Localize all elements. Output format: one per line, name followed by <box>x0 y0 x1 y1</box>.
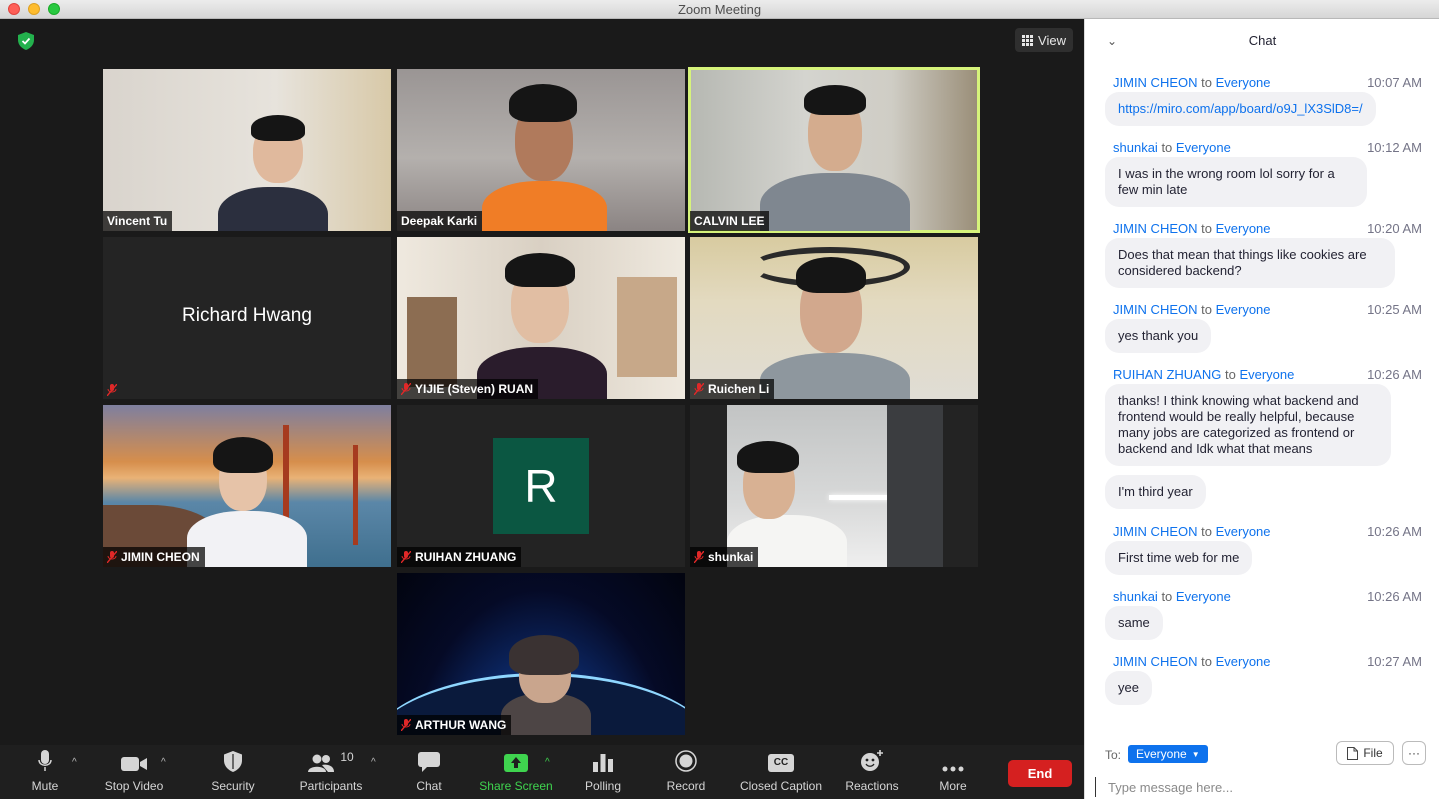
muted-mic-icon <box>401 719 411 731</box>
meeting-area: View Vincent Tu Deepak Karki CALVIN LEE … <box>0 19 1084 799</box>
muted-mic-icon <box>694 383 704 395</box>
smiley-plus-icon <box>861 750 883 771</box>
end-meeting-button[interactable]: End <box>1008 760 1072 787</box>
file-icon <box>1347 746 1359 760</box>
participant-display-name: Richard Hwang <box>182 305 312 326</box>
chat-panel: ⌄ Chat JIMIN CHEON to Everyone 10:07 AM … <box>1084 19 1439 799</box>
participant-name: ARTHUR WANG <box>397 715 512 735</box>
chat-button[interactable]: Chat <box>412 745 446 799</box>
participants-icon <box>308 754 335 772</box>
video-tile-shunkai[interactable]: shunkai <box>690 405 978 567</box>
chat-message-input[interactable] <box>1095 777 1415 797</box>
closed-caption-button[interactable]: CC Closed Caption <box>736 745 826 799</box>
chat-bubble-icon <box>418 752 440 772</box>
participant-name: CALVIN LEE <box>690 211 770 231</box>
participant-name: Vincent Tu <box>103 211 173 231</box>
muted-mic-icon <box>401 551 411 563</box>
record-button[interactable]: Record <box>664 745 708 799</box>
more-button[interactable]: More <box>936 745 970 799</box>
view-button[interactable]: View <box>1015 28 1073 52</box>
video-tile-jimin[interactable]: JIMIN CHEON <box>103 405 391 567</box>
participant-name: shunkai <box>690 547 759 567</box>
participant-name: Ruichen Li <box>690 379 775 399</box>
to-label: To: <box>1105 748 1122 762</box>
chat-link[interactable]: https://miro.com/app/board/o9J_lX3SlD8=/ <box>1105 92 1376 126</box>
video-tile-deepak[interactable]: Deepak Karki <box>397 69 685 231</box>
recipient-dropdown[interactable]: Everyone ▼ <box>1128 745 1208 763</box>
participants-count: 10 <box>340 750 354 764</box>
participant-name: JIMIN CHEON <box>103 547 205 567</box>
microphone-icon <box>38 750 52 771</box>
muted-mic-icon <box>107 551 117 563</box>
video-tile-ruihan[interactable]: R RUIHAN ZHUANG <box>397 405 685 567</box>
chat-title: Chat <box>1248 33 1277 48</box>
encryption-shield-icon[interactable] <box>18 32 34 50</box>
video-tile-yijie[interactable]: YIJIE (Steven) RUAN <box>397 237 685 399</box>
video-options-caret-icon[interactable]: ^ <box>161 757 166 768</box>
participant-name <box>103 381 122 399</box>
muted-mic-icon <box>694 551 704 563</box>
share-screen-icon <box>504 754 528 772</box>
security-button[interactable]: Security <box>206 745 260 799</box>
chat-more-button[interactable]: ··· <box>1402 741 1426 765</box>
closed-caption-icon: CC <box>768 754 794 772</box>
reactions-button[interactable]: Reactions <box>842 745 902 799</box>
chat-header: ⌄ Chat <box>1085 19 1439 63</box>
video-tile-richard[interactable]: Richard Hwang <box>103 237 391 399</box>
video-tile-ruichen[interactable]: Ruichen Li <box>690 237 978 399</box>
participant-name: YIJIE (Steven) RUAN <box>397 379 539 399</box>
window-title: Zoom Meeting <box>677 2 762 17</box>
grid-icon <box>1022 34 1034 46</box>
stop-video-button[interactable]: Stop Video <box>100 745 168 799</box>
file-button[interactable]: File <box>1336 741 1394 765</box>
meeting-toolbar: Mute ^ Stop Video ^ Security 10 Particip… <box>0 745 1084 799</box>
chat-compose: To: Everyone ▼ File ··· <box>1085 731 1439 799</box>
participant-name: RUIHAN ZHUANG <box>397 547 522 567</box>
shield-icon <box>224 751 242 772</box>
bar-chart-icon <box>593 754 613 772</box>
title-bar: Zoom Meeting <box>0 0 1439 19</box>
caret-down-icon: ▼ <box>1191 749 1200 759</box>
polling-button[interactable]: Polling <box>582 745 624 799</box>
share-options-caret-icon[interactable]: ^ <box>545 757 550 768</box>
muted-mic-icon <box>107 384 117 396</box>
audio-options-caret-icon[interactable]: ^ <box>72 757 77 768</box>
share-screen-button[interactable]: Share Screen <box>476 745 556 799</box>
chevron-down-icon[interactable]: ⌄ <box>1107 19 1117 63</box>
mute-button[interactable]: Mute <box>28 745 62 799</box>
video-tile-arthur[interactable]: ARTHUR WANG <box>397 573 685 735</box>
video-camera-icon <box>121 757 147 771</box>
participants-options-caret-icon[interactable]: ^ <box>371 757 376 768</box>
avatar: R <box>493 438 589 534</box>
participants-button[interactable]: 10 Participants <box>296 745 366 799</box>
ellipsis-icon <box>942 766 964 772</box>
video-tile-calvin-active-speaker[interactable]: CALVIN LEE <box>688 67 980 233</box>
record-icon <box>675 750 697 772</box>
muted-mic-icon <box>401 383 411 395</box>
video-tile-vincent[interactable]: Vincent Tu <box>103 69 391 231</box>
participant-name: Deepak Karki <box>397 211 483 231</box>
chat-message-list[interactable]: JIMIN CHEON to Everyone 10:07 AM https:/… <box>1085 63 1439 733</box>
